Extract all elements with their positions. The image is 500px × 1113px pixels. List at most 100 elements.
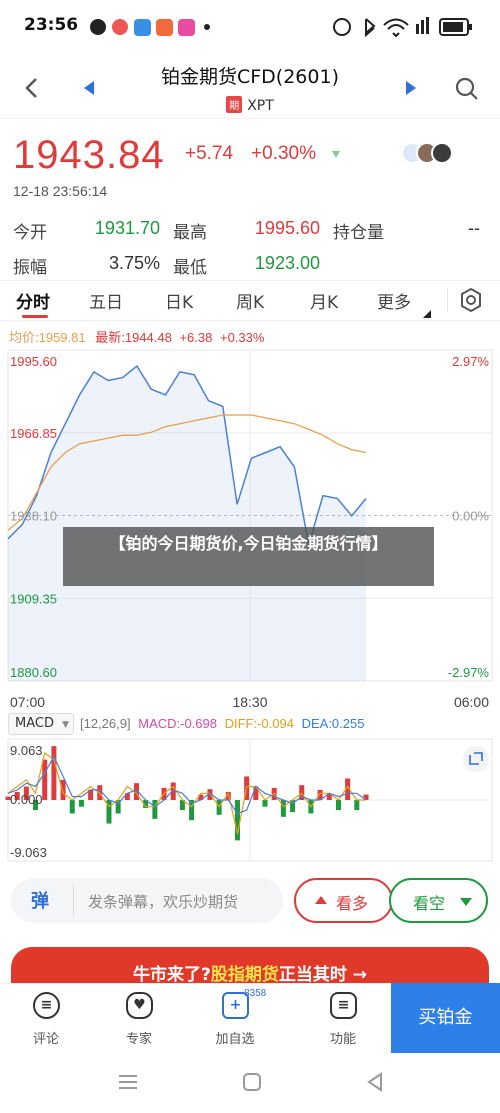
bearish-button[interactable]: 看空	[389, 878, 488, 923]
quote-timestamp: 12-18 23:56:14	[13, 183, 108, 199]
macd-y-label: -9.063	[10, 845, 47, 860]
article-title-overlay: 【铂的今日期货价,今日铂金期货行情】	[63, 527, 434, 586]
macd-y-label: 9.063	[10, 743, 43, 758]
bearish-label: 看空	[413, 894, 446, 913]
more-dropdown-icon[interactable]	[422, 309, 432, 319]
tab-daily-k[interactable]: 日K	[165, 288, 193, 313]
divider	[447, 288, 448, 312]
y-tick-label: 1966.85	[10, 426, 57, 441]
watch-count-badge: 8358	[244, 988, 267, 999]
indicator-select[interactable]: MACD ▼	[8, 713, 74, 735]
nav-expert-label: 专家	[125, 1032, 152, 1047]
futures-badge: 期	[226, 96, 243, 113]
tab-intraday[interactable]: 分时	[16, 288, 50, 313]
danmu-input[interactable]: 弹 发条弹幕，欢乐炒期货	[11, 878, 283, 923]
latest-pct-legend: +0.33%	[220, 330, 265, 345]
y-pct-label: 2.97%	[452, 354, 489, 369]
arrow-up-icon	[315, 896, 327, 904]
next-contract-icon[interactable]	[404, 80, 418, 96]
tab-active-indicator	[22, 315, 48, 318]
latest-price-legend: 最新:1944.48	[95, 330, 172, 345]
bullish-button[interactable]: 看多	[294, 878, 393, 923]
macd-histogram-bar	[42, 759, 48, 800]
danmu-icon: 弹	[31, 891, 49, 912]
expand-icon[interactable]	[463, 746, 489, 772]
banner-text-a: 牛市来了?	[132, 965, 211, 985]
macd-histogram-bar	[262, 800, 268, 807]
price-area	[8, 366, 366, 681]
price-change: +5.74	[185, 143, 234, 164]
nav-comment[interactable]: ≡ 评论	[7, 984, 85, 1054]
nav-function-label: 功能	[329, 1032, 356, 1047]
macd-histogram-bar	[78, 800, 84, 807]
divider	[0, 118, 500, 119]
trend-down-icon	[332, 151, 340, 158]
status-time: 23:56	[24, 15, 79, 35]
bullish-label: 看多	[336, 894, 369, 913]
settings-icon[interactable]	[458, 287, 484, 313]
symbol-label: XPT	[247, 98, 274, 114]
macd-legend: [12,26,9] MACD:-0.698 DIFF:-0.094 DEA:0.…	[80, 716, 364, 731]
menu-icon[interactable]	[118, 1073, 138, 1091]
price-change-pct: +0.30%	[251, 143, 316, 164]
x-tick-label: 07:00	[10, 694, 45, 710]
home-icon[interactable]	[242, 1072, 262, 1092]
indicator-name: MACD	[15, 716, 54, 731]
x-tick-label: 06:00	[454, 694, 489, 710]
open-label: 今开	[13, 223, 47, 243]
macd-params: [12,26,9]	[80, 716, 131, 731]
high-label: 最高	[173, 223, 207, 243]
high-value: 1995.60	[254, 218, 320, 238]
page-title: 铂金期货CFD(2601)	[160, 66, 339, 88]
nav-function[interactable]: ≡ 功能	[304, 984, 382, 1054]
banner-text-b: 股指期货	[210, 965, 279, 985]
macd-histogram-bar	[354, 800, 360, 811]
y-tick-label: 1909.35	[10, 591, 57, 606]
last-price: 1943.84	[13, 133, 165, 177]
expert-icon: ♥	[126, 992, 153, 1019]
macd-histogram-bar	[51, 746, 57, 800]
nav-add-watchlist-label: 加自选	[215, 1032, 255, 1047]
tab-weekly-k[interactable]: 周K	[236, 288, 264, 313]
macd-value: MACD:-0.698	[138, 716, 217, 731]
system-icons	[333, 17, 472, 38]
amplitude-value: 3.75%	[108, 253, 160, 273]
promo-banner-text: 牛市来了?股指期货正当其时 →	[11, 960, 489, 985]
y-tick-label: 1995.60	[10, 354, 57, 369]
search-icon[interactable]	[454, 76, 480, 102]
divider	[0, 280, 500, 281]
y-tick-label: 1880.60	[10, 665, 57, 680]
tab-five-day[interactable]: 五日	[89, 288, 123, 313]
macd-chart[interactable]: 9.063 0.000 -9.063	[0, 737, 500, 867]
banner-arrow-icon: →	[352, 965, 368, 985]
expand-icon-bg	[463, 746, 489, 772]
y-pct-label: 0.00%	[452, 509, 489, 524]
dea-value: DEA:0.255	[301, 716, 365, 731]
diff-value: DIFF:-0.094	[224, 716, 294, 731]
nav-add-watchlist[interactable]: + 8358 加自选	[196, 984, 274, 1054]
macd-y-label: 0.000	[10, 792, 43, 807]
macd-histogram-bar	[234, 800, 240, 841]
buy-button[interactable]: 买铂金	[391, 983, 500, 1053]
status-bar: 23:56	[0, 0, 500, 55]
low-label: 最低	[173, 258, 207, 278]
macd-histogram-bar	[335, 800, 341, 811]
tab-monthly-k[interactable]: 月K	[310, 288, 338, 313]
macd-histogram-bar	[69, 800, 75, 814]
function-icon: ≡	[330, 992, 357, 1019]
tab-more[interactable]: 更多	[377, 288, 411, 313]
open-interest-value: --	[468, 218, 480, 238]
divider	[73, 884, 74, 917]
nav-expert[interactable]: ♥ 专家	[100, 984, 178, 1054]
nav-comment-label: 评论	[32, 1032, 59, 1047]
open-value: 1931.70	[94, 218, 160, 238]
avg-price-legend: 均价:1959.81	[9, 330, 86, 345]
banner-text-c: 正当其时	[278, 965, 347, 985]
chart-legend: 均价:1959.81 最新:1944.48 +6.38 +0.33%	[9, 327, 264, 346]
avatar-group[interactable]	[400, 140, 456, 166]
x-tick-label: 18:30	[232, 694, 267, 710]
y-tick-label: 1938.10	[10, 509, 57, 524]
back-nav-icon[interactable]	[365, 1072, 385, 1092]
macd-histogram-bar	[280, 800, 286, 817]
arrow-down-icon	[460, 898, 472, 906]
